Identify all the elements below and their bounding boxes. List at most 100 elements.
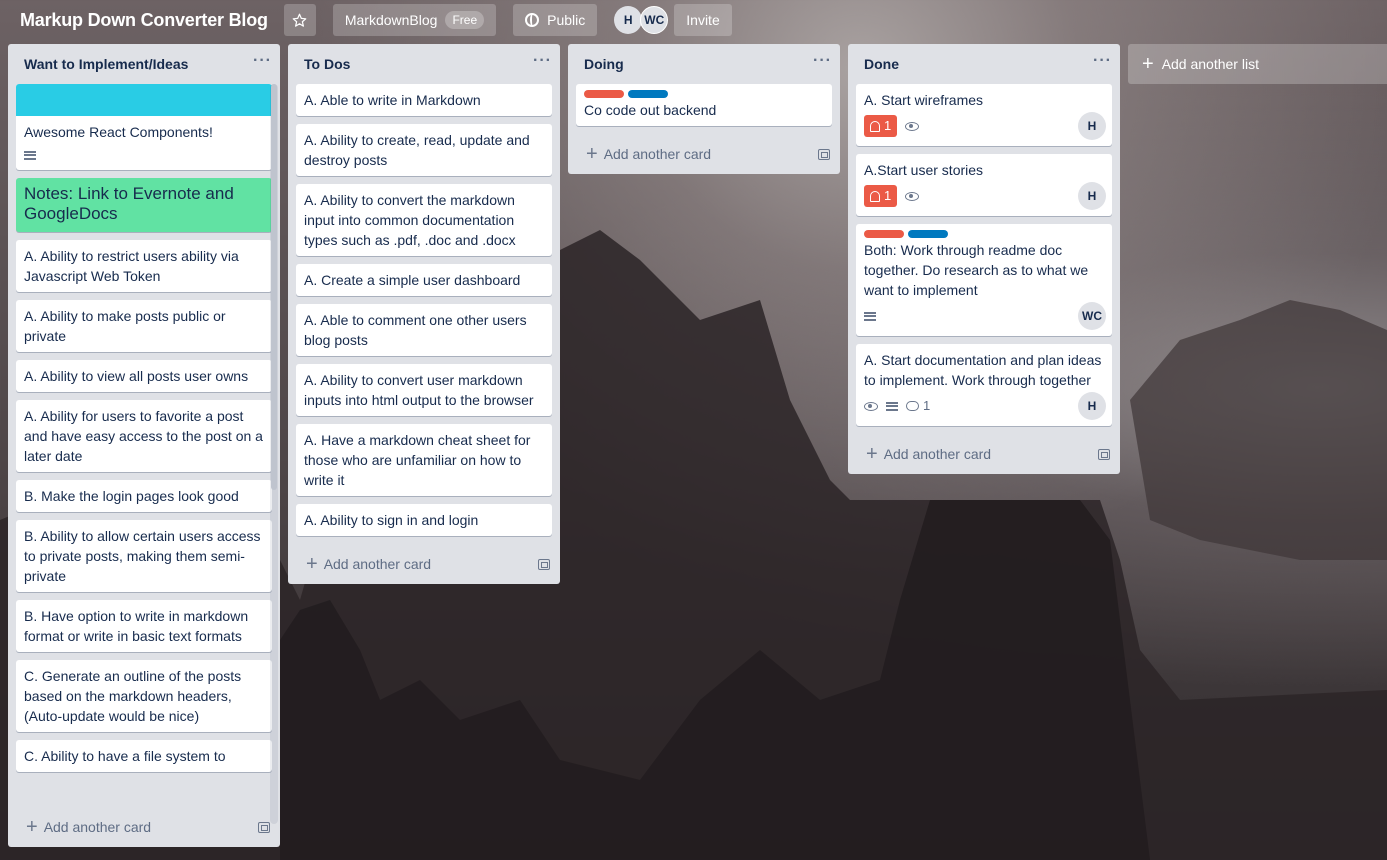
- add-card-button[interactable]: + Add another card: [568, 134, 840, 174]
- add-card-label: Add another card: [323, 556, 432, 572]
- list-title[interactable]: Doing: [584, 56, 624, 72]
- comment-count: 1: [923, 398, 931, 413]
- add-card-label: Add another card: [603, 146, 712, 162]
- plus-icon: +: [586, 143, 598, 165]
- more-icon[interactable]: ···: [533, 52, 552, 70]
- list-card[interactable]: Co code out backend: [576, 84, 832, 126]
- list-card[interactable]: A. Have a markdown cheat sheet for those…: [296, 424, 552, 496]
- list-card[interactable]: A. Ability for users to favorite a post …: [16, 400, 272, 472]
- list-title[interactable]: To Dos: [304, 56, 350, 72]
- list-card[interactable]: A. Ability to convert user markdown inpu…: [296, 364, 552, 416]
- list-card[interactable]: Both: Work through readme doc together. …: [856, 224, 1112, 336]
- list-card[interactable]: C. Ability to have a file system to: [16, 740, 272, 772]
- star-icon: [292, 13, 307, 27]
- due-badge[interactable]: 1: [864, 185, 898, 207]
- due-count: 1: [884, 118, 892, 133]
- card-cover: [16, 84, 272, 116]
- card-title: B. Have option to write in markdown form…: [24, 608, 249, 644]
- list-card[interactable]: A. Ability to view all posts user owns: [16, 360, 272, 392]
- eye-icon: [864, 401, 878, 411]
- star-button[interactable]: [283, 4, 316, 36]
- invite-button[interactable]: Invite: [674, 4, 732, 36]
- avatar[interactable]: H: [1078, 392, 1106, 420]
- list-card[interactable]: A. Start wireframes 1 H: [856, 84, 1112, 146]
- card-title: A. Ability to make posts public or priva…: [24, 308, 226, 344]
- add-card-button[interactable]: + Add another card: [288, 544, 560, 584]
- list-card[interactable]: A. Able to write in Markdown: [296, 84, 552, 116]
- list-card[interactable]: A. Able to comment one other users blog …: [296, 304, 552, 356]
- add-card-button[interactable]: + Add another card: [8, 807, 280, 847]
- avatar[interactable]: H: [1078, 182, 1106, 210]
- plus-icon: +: [1142, 53, 1154, 75]
- label-blue[interactable]: [908, 230, 948, 238]
- list-card[interactable]: Awesome React Components!: [16, 84, 272, 170]
- list-title[interactable]: Done: [864, 56, 899, 72]
- list-header[interactable]: Doing ···: [568, 44, 840, 84]
- team-name: MarkdownBlog: [344, 12, 438, 28]
- list-card[interactable]: A. Ability to restrict users ability via…: [16, 240, 272, 292]
- description-icon: [864, 311, 876, 321]
- due-count: 1: [884, 188, 892, 203]
- bell-icon: [870, 190, 880, 202]
- comment-icon: [906, 401, 919, 411]
- list-card[interactable]: A. Ability to create, read, update and d…: [296, 124, 552, 176]
- label-red[interactable]: [584, 90, 624, 98]
- list-card[interactable]: A. Start documentation and plan ideas to…: [856, 344, 1112, 426]
- list-header[interactable]: Want to Implement/Ideas ···: [8, 44, 280, 84]
- list-card[interactable]: B. Have option to write in markdown form…: [16, 600, 272, 652]
- avatar[interactable]: H: [1078, 112, 1106, 140]
- scrollbar-thumb[interactable]: [271, 84, 277, 490]
- plus-icon: +: [26, 816, 38, 838]
- list-header[interactable]: To Dos ···: [288, 44, 560, 84]
- card-title: A. Ability to convert the markdown input…: [304, 192, 516, 248]
- list-card[interactable]: B. Make the login pages look good: [16, 480, 272, 512]
- list-card[interactable]: A. Create a simple user dashboard: [296, 264, 552, 296]
- board-title[interactable]: Markup Down Converter Blog: [20, 10, 268, 31]
- template-icon[interactable]: [258, 821, 270, 833]
- list-header[interactable]: Done ···: [848, 44, 1120, 84]
- template-icon[interactable]: [1098, 448, 1110, 460]
- list-scrollbar[interactable]: [270, 84, 278, 824]
- visibility-label: Public: [547, 12, 586, 28]
- more-icon[interactable]: ···: [813, 52, 832, 70]
- add-card-button[interactable]: + Add another card: [848, 434, 1120, 474]
- list-title[interactable]: Want to Implement/Ideas: [24, 56, 188, 72]
- card-container: Co code out backend: [568, 84, 840, 134]
- avatar[interactable]: WC: [1078, 302, 1106, 330]
- template-icon[interactable]: [538, 558, 550, 570]
- add-card-label: Add another card: [43, 819, 152, 835]
- list-card[interactable]: B. Ability to allow certain users access…: [16, 520, 272, 592]
- avatar[interactable]: H: [614, 6, 643, 34]
- visibility-button[interactable]: Public: [513, 4, 598, 36]
- eye-icon: [905, 121, 920, 131]
- comment-badge: 1: [906, 396, 930, 416]
- list-done: Done ··· A. Start wireframes 1 H A.Start…: [848, 44, 1120, 474]
- list-card[interactable]: A.Start user stories 1 H: [856, 154, 1112, 216]
- due-badge[interactable]: 1: [864, 115, 898, 137]
- more-icon[interactable]: ···: [253, 52, 272, 70]
- card-title: A. Ability to restrict users ability via…: [24, 248, 239, 284]
- avatar[interactable]: WC: [640, 6, 669, 34]
- card-title: B. Ability to allow certain users access…: [24, 528, 261, 584]
- add-list-button[interactable]: + Add another list: [1128, 44, 1387, 84]
- plus-icon: +: [866, 443, 878, 465]
- more-icon[interactable]: ···: [1093, 52, 1112, 70]
- card-title: B. Make the login pages look good: [24, 488, 239, 504]
- list-card[interactable]: Notes: Link to Evernote and GoogleDocs: [16, 178, 272, 232]
- list-card[interactable]: C. Generate an outline of the posts base…: [16, 660, 272, 732]
- card-labels: [584, 90, 824, 98]
- description-icon: [24, 150, 36, 160]
- template-icon[interactable]: [818, 148, 830, 160]
- card-title: A. Ability to sign in and login: [304, 512, 479, 528]
- list-card[interactable]: A. Ability to convert the markdown input…: [296, 184, 552, 256]
- list-card[interactable]: A. Ability to sign in and login: [296, 504, 552, 536]
- label-blue[interactable]: [628, 90, 668, 98]
- list-card[interactable]: A. Ability to make posts public or priva…: [16, 300, 272, 352]
- card-title: Notes: Link to Evernote and GoogleDocs: [24, 184, 234, 223]
- card-title: A. Start documentation and plan ideas to…: [864, 352, 1102, 388]
- add-card-label: Add another card: [883, 446, 992, 462]
- label-red[interactable]: [864, 230, 904, 238]
- bell-icon: [870, 120, 880, 132]
- list-to-dos: To Dos ··· A. Able to write in Markdown …: [288, 44, 560, 584]
- team-button[interactable]: MarkdownBlog Free: [332, 4, 497, 36]
